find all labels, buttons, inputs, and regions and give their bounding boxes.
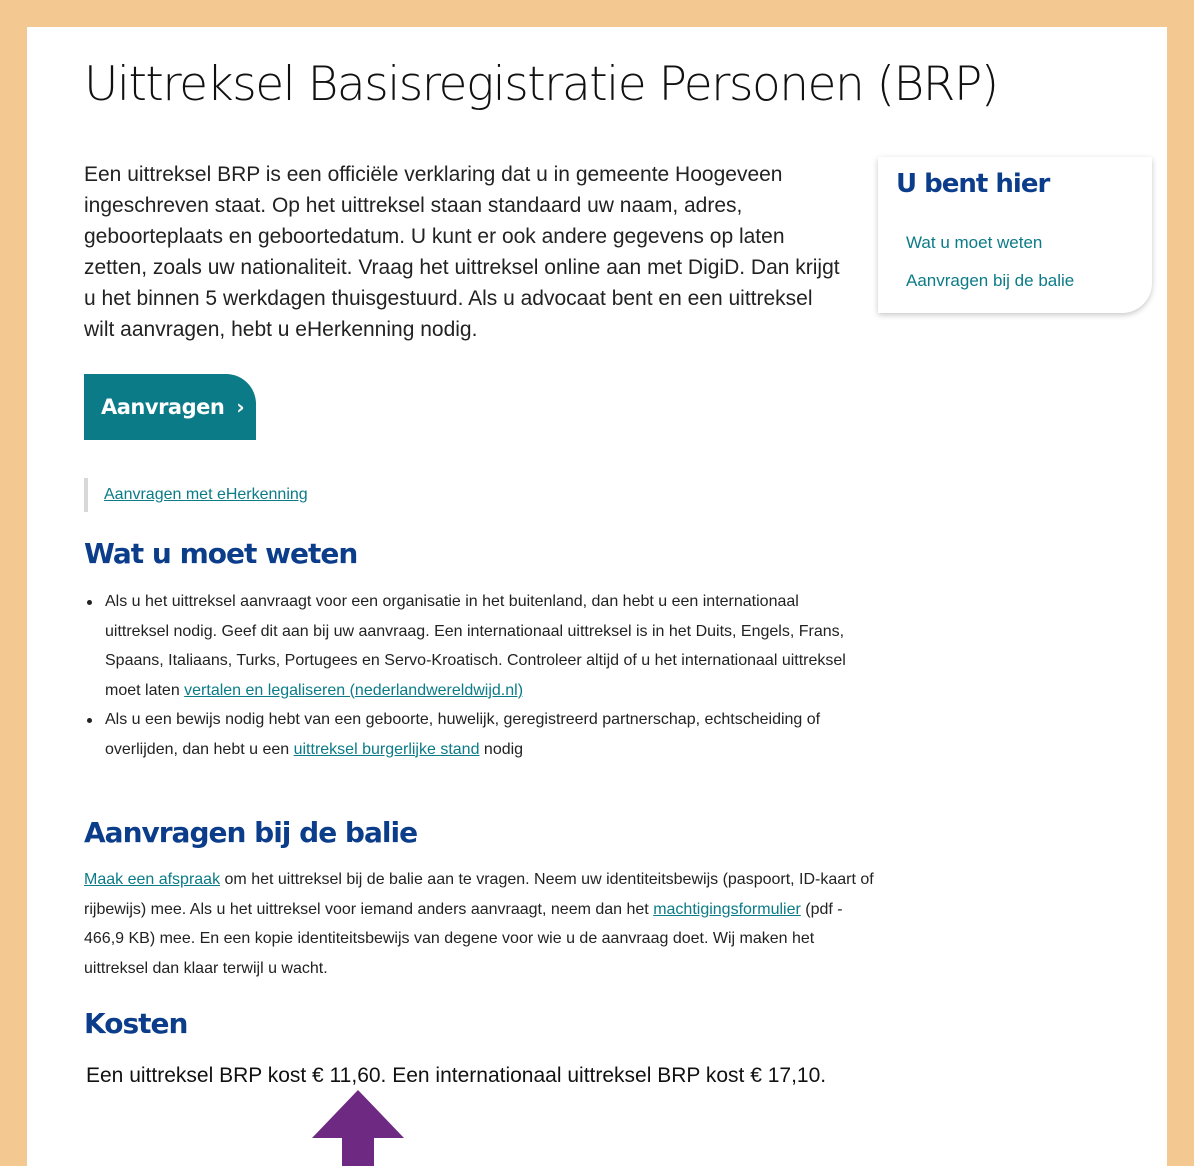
aside-heading: U bent hier — [896, 169, 1050, 199]
u-bent-hier-panel: U bent hier Wat u moet weten Aanvragen b… — [878, 157, 1152, 313]
list-item: Als u het uittreksel aanvraagt voor een … — [84, 587, 854, 705]
aside-item-wat-u-moet-weten[interactable]: Wat u moet weten — [906, 233, 1042, 253]
page-title: Uittreksel Basisregistratie Personen (BR… — [84, 57, 999, 112]
eherkenning-link[interactable]: Aanvragen met eHerkenning — [104, 486, 308, 504]
heading-aanvragen-bij-de-balie: Aanvragen bij de balie — [84, 816, 418, 849]
page-content: Uittreksel Basisregistratie Personen (BR… — [27, 27, 1167, 1166]
machtigingsformulier-link[interactable]: machtigingsformulier — [653, 901, 801, 918]
list-item: Als u een bewijs nodig hebt van een gebo… — [84, 705, 854, 764]
maak-afspraak-link[interactable]: Maak een afspraak — [84, 871, 220, 888]
aanvragen-button-label: Aanvragen — [101, 395, 225, 419]
arrow-up-icon — [312, 1090, 404, 1166]
aanvragen-button[interactable]: Aanvragen › — [84, 374, 256, 440]
uittreksel-burgerlijke-stand-link[interactable]: uittreksel burgerlijke stand — [294, 741, 480, 758]
vertalen-legaliseren-link[interactable]: vertalen en legaliseren (nederlandwereld… — [184, 682, 523, 699]
kosten-text: Een uittreksel BRP kost € 11,60. Een int… — [86, 1064, 827, 1087]
balie-paragraph: Maak een afspraak om het uittreksel bij … — [84, 871, 874, 977]
alt-link-block: Aanvragen met eHerkenning — [84, 478, 308, 512]
chevron-right-icon: › — [236, 395, 245, 419]
heading-wat-u-moet-weten: Wat u moet weten — [84, 537, 358, 570]
intro-paragraph: Een uittreksel BRP is een officiële verk… — [84, 163, 840, 341]
aside-item-aanvragen-bij-de-balie[interactable]: Aanvragen bij de balie — [906, 271, 1074, 291]
info-list: Als u het uittreksel aanvraagt voor een … — [84, 587, 854, 764]
heading-kosten: Kosten — [84, 1007, 188, 1040]
